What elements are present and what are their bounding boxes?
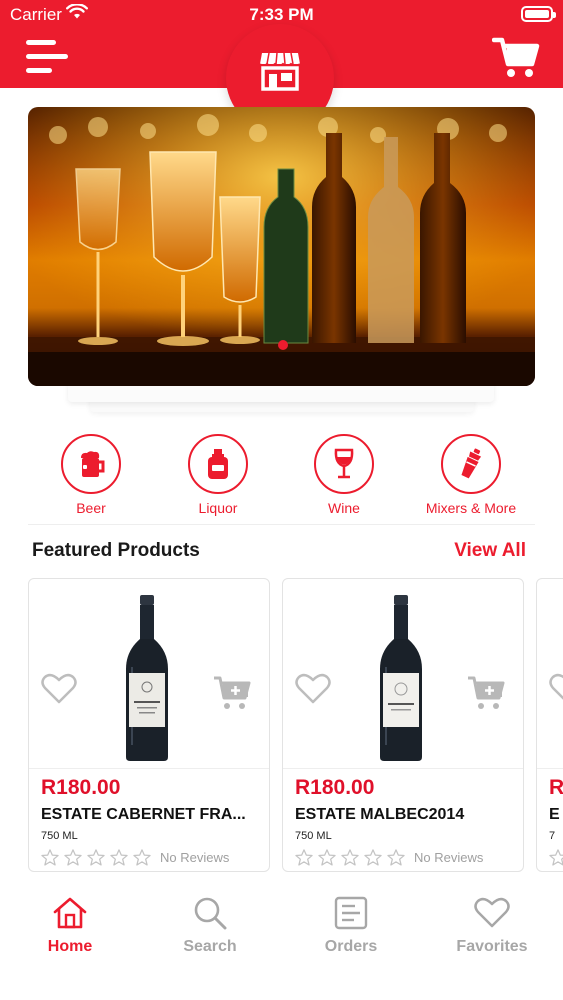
product-card[interactable]: R180.00 ESTATE CABERNET FRA... 750 ML No… bbox=[28, 578, 270, 872]
star-empty-icon bbox=[110, 849, 128, 866]
star-empty-icon bbox=[133, 849, 151, 866]
rating-stars bbox=[549, 849, 563, 866]
menu-icon bbox=[26, 40, 56, 45]
tab-search[interactable]: Search bbox=[140, 896, 280, 956]
product-card[interactable]: R180.00 ESTATE MALBEC2014 750 ML No Revi… bbox=[282, 578, 524, 872]
menu-button[interactable] bbox=[26, 40, 72, 76]
home-screen: Carrier 7:33 PM Beer Liquor Wine Mixers … bbox=[0, 0, 563, 1000]
favorite-heart-icon[interactable] bbox=[549, 673, 563, 705]
store-icon bbox=[259, 52, 301, 91]
promo-banner[interactable] bbox=[28, 107, 535, 386]
product-price: R180.00 bbox=[295, 776, 375, 799]
review-count: No Reviews bbox=[414, 850, 484, 865]
product-price: R180.00 bbox=[41, 776, 121, 799]
rating-stars bbox=[41, 849, 156, 866]
star-empty-icon bbox=[64, 849, 82, 866]
star-empty-icon bbox=[387, 849, 405, 866]
star-empty-icon bbox=[364, 849, 382, 866]
product-name: ESTATE MALBEC2014 bbox=[295, 806, 465, 823]
cart-button[interactable] bbox=[491, 36, 540, 80]
add-to-cart-icon[interactable] bbox=[467, 675, 505, 711]
product-size: 750 ML bbox=[41, 830, 78, 842]
star-empty-icon bbox=[295, 849, 313, 866]
section-divider bbox=[28, 524, 535, 525]
add-to-cart-icon[interactable] bbox=[213, 675, 251, 711]
product-name: ESTATE CABERNET FRA... bbox=[41, 806, 246, 823]
tab-label: Orders bbox=[324, 938, 378, 955]
tab-label: Home bbox=[47, 938, 93, 955]
star-empty-icon bbox=[318, 849, 336, 866]
menu-icon-line bbox=[26, 68, 52, 73]
category-label: Beer bbox=[76, 500, 106, 516]
battery-icon bbox=[521, 6, 556, 22]
product-name: E bbox=[549, 806, 560, 823]
home-icon bbox=[53, 897, 87, 929]
category-row: Beer Liquor Wine Mixers & More bbox=[28, 434, 535, 516]
category-label: Mixers & More bbox=[425, 500, 517, 516]
wine-bottle-image bbox=[126, 595, 168, 761]
product-size: 7 bbox=[549, 830, 556, 842]
tab-home[interactable]: Home bbox=[0, 896, 140, 956]
bottom-tab-bar: Home Search Orders Favorites bbox=[0, 878, 563, 1000]
star-empty-icon bbox=[341, 849, 359, 866]
category-label: Wine bbox=[328, 500, 360, 516]
category-beer[interactable]: Beer bbox=[28, 434, 154, 516]
view-all-link[interactable]: View All bbox=[454, 540, 526, 562]
product-image-area bbox=[29, 579, 269, 769]
product-price: R bbox=[549, 776, 563, 799]
category-liquor[interactable]: Liquor bbox=[155, 434, 281, 516]
star-empty-icon bbox=[549, 849, 563, 866]
tab-label: Favorites bbox=[456, 938, 528, 955]
menu-icon-line bbox=[26, 54, 68, 59]
banner-image bbox=[28, 107, 535, 386]
product-card[interactable]: R E 7 bbox=[536, 578, 563, 872]
search-icon bbox=[194, 897, 227, 930]
star-empty-icon bbox=[41, 849, 59, 866]
star-empty-icon bbox=[87, 849, 105, 866]
tab-favorites[interactable]: Favorites bbox=[422, 896, 562, 956]
favorite-heart-icon[interactable] bbox=[295, 673, 331, 705]
wine-bottle-image bbox=[380, 595, 422, 761]
product-image-area bbox=[537, 579, 563, 769]
liquor-bottle-icon bbox=[188, 434, 248, 494]
favorite-heart-icon[interactable] bbox=[41, 673, 77, 705]
category-mixers-more[interactable]: Mixers & More bbox=[408, 434, 534, 516]
clock: 7:33 PM bbox=[249, 5, 314, 24]
shopping-cart-icon bbox=[491, 37, 540, 77]
orders-icon bbox=[334, 896, 368, 930]
category-wine[interactable]: Wine bbox=[281, 434, 407, 516]
rating-stars bbox=[295, 849, 410, 866]
tab-label: Search bbox=[183, 938, 237, 955]
review-count: No Reviews bbox=[160, 850, 230, 865]
wine-glass-icon bbox=[314, 434, 374, 494]
banner-page-dot[interactable] bbox=[278, 340, 288, 350]
featured-products-title: Featured Products bbox=[32, 540, 200, 561]
product-size: 750 ML bbox=[295, 830, 332, 842]
cocktail-shaker-icon bbox=[441, 434, 501, 494]
category-label: Liquor bbox=[198, 500, 238, 516]
beer-mug-icon bbox=[61, 434, 121, 494]
product-image-area bbox=[283, 579, 523, 769]
heart-icon bbox=[474, 897, 510, 928]
tab-orders[interactable]: Orders bbox=[281, 896, 421, 956]
